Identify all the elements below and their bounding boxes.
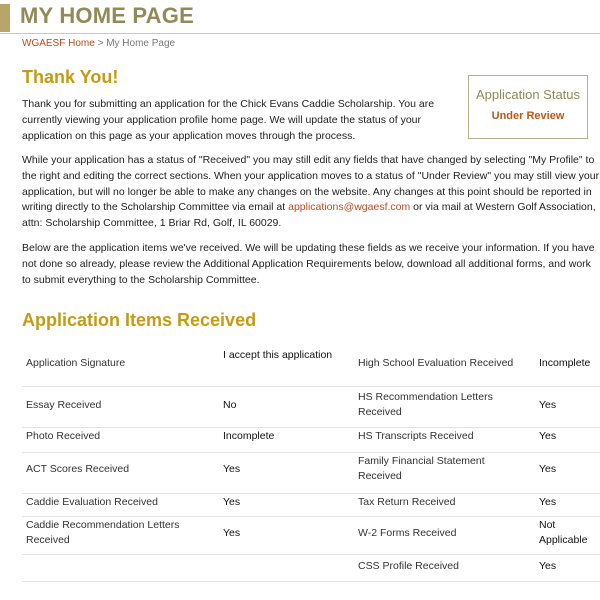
- item-value: No: [223, 399, 237, 411]
- breadcrumb: WGAESF Home > My Home Page: [22, 38, 175, 49]
- items-info-paragraph: Below are the application items we've re…: [22, 242, 595, 286]
- application-status-box: Application Status Under Review: [468, 75, 588, 139]
- table-row: Caddie Evaluation Received Yes Tax Retur…: [22, 493, 600, 517]
- page-title: MY HOME PAGE: [20, 3, 194, 28]
- table-row: Essay Received No HS Recommendation Lett…: [22, 386, 600, 428]
- item-label: Family Financial Statement Received: [358, 455, 485, 482]
- item-label: W-2 Forms Received: [358, 527, 457, 539]
- application-status-value: Under Review: [491, 110, 565, 122]
- page-header: MY HOME PAGE: [0, 0, 600, 34]
- header-divider: [0, 33, 600, 34]
- item-value: Yes: [539, 560, 557, 572]
- item-value: Incomplete: [223, 430, 275, 442]
- item-label: Caddie Recommendation Letters Received: [26, 519, 180, 546]
- breadcrumb-separator: >: [94, 38, 107, 49]
- table-row: Photo Received Incomplete HS Transcripts…: [22, 427, 600, 453]
- item-label: Essay Received: [26, 399, 102, 411]
- item-label: Photo Received: [26, 430, 101, 442]
- item-label: HS Recommendation Letters Received: [358, 391, 493, 418]
- table-row: Application Signature I accept this appl…: [22, 343, 600, 387]
- table-row: ACT Scores Received Yes Family Financial…: [22, 452, 600, 494]
- item-value: Not Applicable: [539, 519, 588, 546]
- item-value: Yes: [539, 399, 557, 411]
- breadcrumb-current: My Home Page: [106, 38, 176, 49]
- application-items-heading: Application Items Received: [22, 310, 257, 330]
- page: MY HOME PAGE WGAESF Home > My Home Page …: [0, 0, 600, 600]
- breadcrumb-home-link[interactable]: WGAESF Home: [22, 38, 95, 49]
- item-value: Incomplete: [539, 357, 591, 369]
- item-value: Yes: [539, 463, 557, 475]
- item-value: I accept this application: [223, 349, 333, 361]
- edit-instructions-paragraph: While your application has a status of "…: [22, 153, 600, 232]
- item-value: Yes: [223, 496, 241, 508]
- item-value: Yes: [539, 496, 557, 508]
- item-value: Yes: [539, 430, 557, 442]
- item-value: Yes: [223, 527, 241, 539]
- item-label: Application Signature: [26, 357, 126, 369]
- item-label: High School Evaluation Received: [358, 357, 514, 369]
- header-accent-bar: [0, 4, 10, 32]
- item-label: HS Transcripts Received: [358, 430, 474, 442]
- item-label: CSS Profile Received: [358, 560, 459, 572]
- intro-paragraph: Thank you for submitting an application …: [22, 98, 435, 142]
- item-label: Tax Return Received: [358, 496, 456, 508]
- item-value: Yes: [223, 463, 241, 475]
- table-row: CSS Profile Received Yes: [22, 554, 600, 582]
- item-label: ACT Scores Received: [26, 463, 130, 475]
- table-row: Caddie Recommendation Letters Received Y…: [22, 516, 600, 555]
- thank-you-heading: Thank You!: [22, 67, 119, 87]
- applications-email-link[interactable]: applications@wgaesf.com: [288, 201, 410, 213]
- application-status-label: Application Status: [475, 87, 581, 102]
- item-label: Caddie Evaluation Received: [26, 496, 158, 508]
